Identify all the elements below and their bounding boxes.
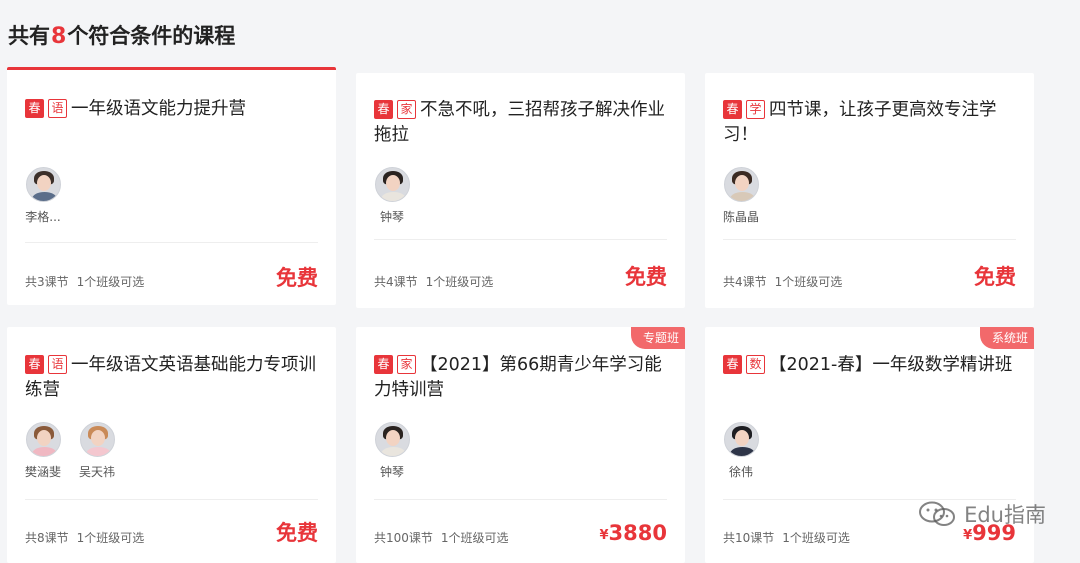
subject-tag: 数 [746,355,765,374]
course-card[interactable]: 春学四节课，让孩子更高效专注学习！ 陈晶晶 共4课节 1个班级可选 免费 [705,73,1034,308]
season-tag: 春 [374,355,393,374]
teacher-name: 徐伟 [728,465,753,479]
teacher: 徐伟 [723,422,759,480]
lesson-count: 共100课节 [374,531,433,545]
teacher-avatar [723,167,759,202]
course-price: 免费 [625,265,667,292]
lesson-count: 共3课节 [25,275,69,289]
teacher: 钟琴 [374,422,410,480]
course-title[interactable]: 一年级语文英语基础能力专项训练营 [25,355,316,400]
course-price: ¥3880 [600,521,668,548]
season-tag: 春 [723,355,742,374]
teacher-avatar [374,167,410,202]
course-card[interactable]: 春家不急不吼，三招帮孩子解决作业拖拉 钟琴 共4课节 1个班级可选 免费 [356,73,685,308]
lesson-count: 共10课节 [723,531,775,545]
class-count: 1个班级可选 [782,531,850,545]
price-value: 免费 [625,265,667,289]
class-count: 1个班级可选 [774,275,843,289]
lesson-count: 共4课节 [374,275,418,289]
subject-tag: 语 [48,355,67,374]
subject-tag: 家 [397,355,416,374]
course-card[interactable]: 春语一年级语文英语基础能力专项训练营 樊涵斐 吴天祎 共8课节 1个班级可选 免… [7,327,336,563]
subject-tag: 家 [397,100,416,119]
teacher-avatar [723,422,759,457]
card-divider [25,242,318,243]
watermark-text: Edu指南 [964,503,1046,527]
season-tag: 春 [25,355,44,374]
teacher-name: 樊涵斐 [25,465,62,479]
teacher-avatar [374,422,410,457]
subject-tag: 学 [746,100,765,119]
course-title[interactable]: 【2021】第66期青少年学习能力特训营 [374,355,662,400]
lesson-count: 共4课节 [723,275,767,289]
teacher-name: 李格... [25,210,61,224]
teacher: 钟琴 [374,167,410,225]
card-divider [374,239,667,240]
class-count: 1个班级可选 [76,531,145,545]
course-card[interactable]: 春语一年级语文能力提升营 李格... 共3课节 1个班级可选 免费 [7,67,336,305]
course-title[interactable]: 【2021-春】一年级数学精讲班 [769,355,1012,375]
teacher: 陈晶晶 [723,167,759,225]
teacher-avatar [25,167,61,202]
card-divider [374,499,667,500]
teacher-name: 钟琴 [379,210,404,224]
price-currency: ¥ [963,528,973,543]
teacher-name: 吴天祎 [79,465,116,479]
course-price: 免费 [276,521,318,548]
price-value: 免费 [974,265,1016,289]
results-heading: 共有 8 个符合条件的课程 [8,20,235,50]
class-count: 1个班级可选 [440,531,509,545]
teacher-name: 陈晶晶 [723,210,760,224]
teacher-avatar [79,422,115,457]
lesson-count: 共8课节 [25,531,69,545]
season-tag: 春 [374,100,393,119]
teacher: 吴天祎 [79,422,115,480]
course-price: 免费 [974,265,1016,292]
price-value: 免费 [276,266,318,290]
wechat-icon [918,500,958,528]
subject-tag: 语 [48,99,67,118]
teacher: 樊涵斐 [25,422,61,480]
season-tag: 春 [723,100,742,119]
course-title[interactable]: 不急不吼，三招帮孩子解决作业拖拉 [374,100,665,145]
course-title[interactable]: 一年级语文能力提升营 [71,99,246,119]
season-tag: 春 [25,99,44,118]
results-count: 8 [51,24,67,49]
price-value: 免费 [276,521,318,545]
teacher-name: 钟琴 [379,465,404,479]
teacher: 李格... [25,167,61,225]
watermark: Edu指南 [918,499,1046,529]
price-currency: ¥ [599,528,609,543]
card-divider [25,499,318,500]
course-card[interactable]: 专题班 春家【2021】第66期青少年学习能力特训营 钟琴 共100课节 1个班… [356,327,685,563]
class-count: 1个班级可选 [76,275,145,289]
teacher-avatar [25,422,61,457]
results-suffix: 个符合条件的课程 [67,24,236,48]
results-prefix: 共有 [8,24,50,48]
price-value: 3880 [608,521,667,545]
class-count: 1个班级可选 [425,275,494,289]
card-divider [723,239,1016,240]
course-price: 免费 [276,266,318,293]
